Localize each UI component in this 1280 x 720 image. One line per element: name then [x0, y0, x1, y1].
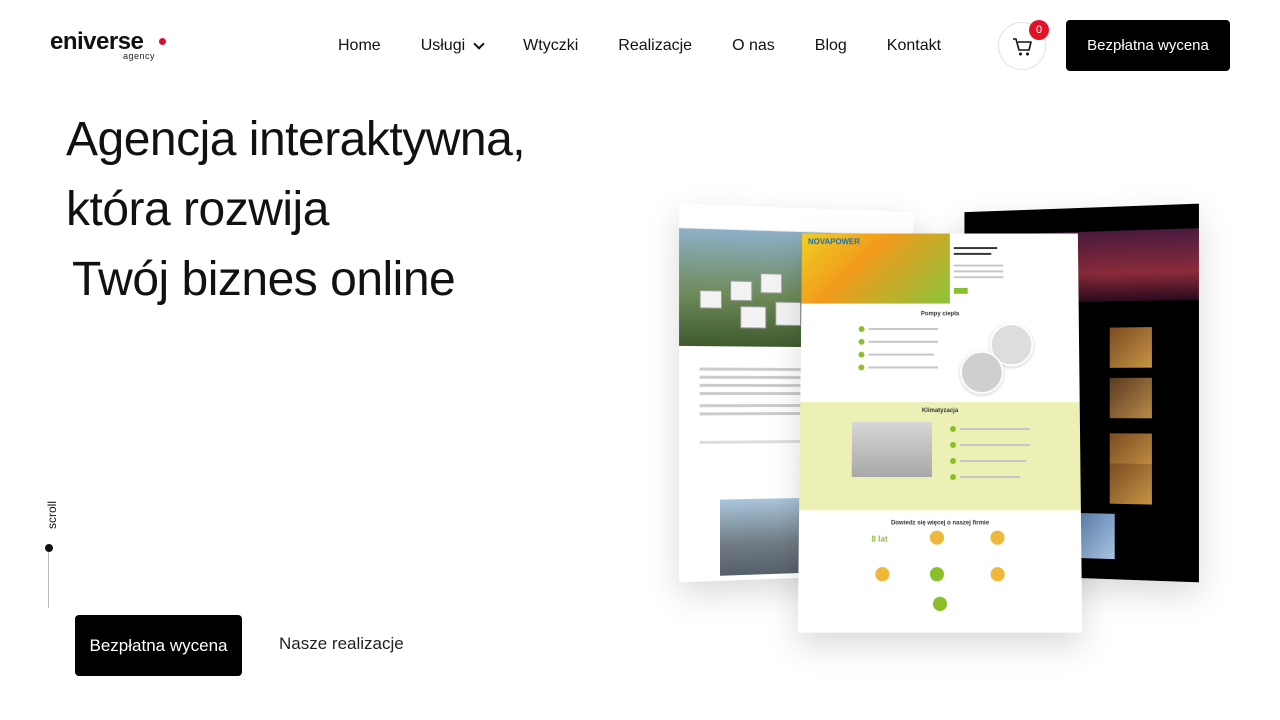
text-line	[868, 366, 939, 369]
chevron-down-icon	[473, 37, 485, 50]
nav-uslugi[interactable]: Usługi	[420, 37, 485, 55]
leaf-icon	[929, 567, 945, 582]
logo-dot-icon	[159, 38, 166, 45]
mockup-culture-thumb	[1109, 463, 1152, 505]
mockup-nova-banner: NOVAPOWER	[801, 233, 950, 304]
cart-count-badge: 0	[1029, 20, 1049, 40]
portfolio-showcase: NOVAPOWER Pompy ciepła Klimatyzacja Dowi…	[660, 200, 1230, 660]
text-line	[868, 353, 935, 356]
worker-icon	[929, 530, 945, 545]
nav-uslugi-label: Usługi	[420, 37, 466, 54]
hero-quote-button[interactable]: Bezpłatna wycena	[75, 615, 242, 676]
house-shape	[699, 290, 723, 309]
nav-realizacje[interactable]: Realizacje	[618, 37, 692, 55]
cart-icon	[1013, 38, 1032, 56]
nav-kontakt[interactable]: Kontakt	[887, 37, 941, 55]
check-icon	[950, 474, 957, 481]
cart-button[interactable]: 0	[998, 20, 1049, 70]
text-line	[960, 443, 1031, 446]
check-icon	[858, 338, 865, 345]
check-icon	[950, 457, 957, 465]
logo[interactable]: eniverse agency	[50, 28, 180, 64]
house-shape	[760, 273, 783, 294]
text-line	[953, 270, 1004, 273]
text-line	[960, 459, 1027, 463]
mockup-nova-section-ac: Klimatyzacja	[921, 408, 959, 415]
scroll-dot-icon	[45, 544, 53, 552]
main-nav: Home Usługi Wtyczki Realizacje O nas Blo…	[338, 34, 941, 58]
mockup-nova-ac-band: Klimatyzacja	[799, 402, 1081, 511]
hero-headline-line-3: Twój biznes online	[72, 253, 456, 306]
award-icon	[990, 530, 1005, 545]
text-line	[953, 252, 992, 255]
bulb-icon	[990, 567, 1005, 582]
nav-home[interactable]: Home	[338, 37, 381, 55]
house-shape	[775, 301, 801, 327]
logo-subtitle: agency	[123, 51, 156, 61]
mockup-nova-section-about: Dowiedz się więcej o naszej firmie	[890, 520, 990, 527]
mockup-nova-section-heat: Pompy ciepła	[920, 311, 960, 318]
text-line	[959, 428, 1030, 430]
mockup-housing-photo	[719, 497, 800, 576]
mockup-nova-room-photo	[851, 422, 933, 478]
form-button-shape	[953, 287, 968, 294]
text-line	[868, 328, 939, 331]
text-line	[960, 476, 1021, 479]
hero-headline-line-1: Agencja interaktywna,	[66, 113, 526, 166]
check-icon	[858, 351, 865, 358]
text-line	[868, 340, 939, 343]
money-icon	[875, 567, 890, 582]
check-icon	[950, 441, 957, 448]
nav-o-nas[interactable]: O nas	[732, 37, 775, 55]
portfolio-link[interactable]: Nasze realizacje	[279, 634, 404, 654]
mockup-culture-thumb	[1109, 327, 1152, 368]
mockup-novapower-site: NOVAPOWER Pompy ciepła Klimatyzacja Dowi…	[797, 233, 1083, 633]
hero-headline-line-2: która rozwija	[66, 183, 329, 236]
mockup-nova-form	[950, 241, 1009, 299]
house-shape	[730, 280, 753, 302]
check-icon	[949, 426, 957, 432]
nav-blog[interactable]: Blog	[815, 37, 847, 55]
check-icon	[858, 326, 865, 332]
mockup-culture-thumb	[1109, 377, 1152, 419]
check-icon	[932, 596, 948, 612]
header-quote-button[interactable]: Bezpłatna wycena	[1066, 20, 1230, 71]
text-line	[953, 276, 1004, 279]
mockup-nova-logo: NOVAPOWER	[807, 237, 860, 247]
house-shape	[740, 306, 767, 329]
text-line	[953, 264, 1004, 267]
scroll-label: scroll	[45, 501, 59, 530]
mockup-nova-stat: 8 lat	[871, 534, 888, 544]
check-icon	[858, 364, 865, 371]
text-line	[953, 247, 998, 250]
scroll-line	[48, 552, 49, 608]
nav-wtyczki[interactable]: Wtyczki	[523, 37, 578, 55]
heat-pump-photo	[959, 350, 1004, 395]
